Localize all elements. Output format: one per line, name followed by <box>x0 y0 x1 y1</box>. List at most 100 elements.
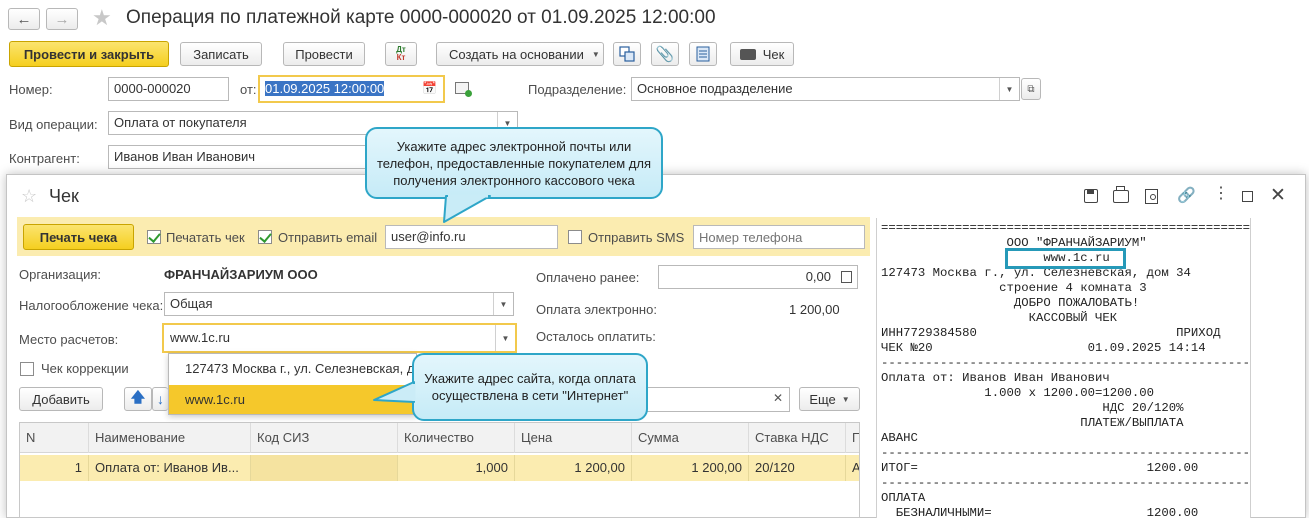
column-sum[interactable]: Сумма <box>632 423 749 453</box>
remaining-label: Осталось оплатить: <box>536 329 656 344</box>
column-price[interactable]: Цена <box>515 423 632 453</box>
receipt-line: строение 4 комната 3 <box>881 281 1147 295</box>
receipt-line: НДС 20/120% <box>881 401 1184 415</box>
column-n[interactable]: N <box>20 423 89 453</box>
receipt-line: ИНН7729384580 ПРИХОД <box>881 326 1221 340</box>
settlement-place-label: Место расчетов: <box>19 332 119 347</box>
more-button[interactable]: Еще ▼ <box>799 387 860 411</box>
send-sms-checkbox[interactable] <box>568 230 582 244</box>
report-button[interactable] <box>689 42 717 66</box>
print-check-checkbox[interactable] <box>147 230 161 244</box>
dropdown-arrow-icon: ▼ <box>841 394 850 404</box>
dropdown-arrow-icon[interactable]: ▼ <box>493 293 513 315</box>
table-row[interactable]: 1 Оплата от: Иванов Ив... 1,000 1 200,00… <box>20 455 859 481</box>
receipt-line: ----------------------------------------… <box>881 476 1251 490</box>
maximize-icon[interactable] <box>1242 191 1253 202</box>
column-name[interactable]: Наименование <box>89 423 251 453</box>
paid-before-field[interactable]: 0,00 <box>658 265 858 289</box>
email-hint-callout-pointer <box>443 194 491 223</box>
arrow-right-icon: → <box>54 10 70 28</box>
link-icon[interactable]: 🔗 <box>1177 186 1196 204</box>
dropdown-arrow-icon[interactable]: ▼ <box>495 325 515 351</box>
arrow-left-icon: ← <box>16 10 32 28</box>
structure-button[interactable] <box>613 42 641 66</box>
printer-icon[interactable] <box>1113 186 1129 203</box>
add-button[interactable]: Добавить <box>19 387 103 411</box>
cell-vat-rate: 20/120 <box>749 455 846 481</box>
dialog-title: Чек <box>49 186 79 206</box>
receipt-line: ПЛАТЕЖ/ВЫПЛАТА <box>881 416 1184 430</box>
email-input[interactable]: user@info.ru <box>385 225 558 249</box>
dialog-star-icon[interactable]: ☆ <box>21 186 37 207</box>
taxation-label: Налогообложение чека: <box>19 298 164 313</box>
phone-input[interactable] <box>693 225 865 249</box>
open-window-icon: ⧉ <box>1027 83 1035 95</box>
print-receipt-button[interactable]: Печать чека <box>23 224 134 250</box>
receipt-line: ДОБРО ПОЖАЛОВАТЬ! <box>881 296 1140 310</box>
number-field[interactable]: 0000-000020 <box>108 77 229 101</box>
cell-sum: 1 200,00 <box>632 455 749 481</box>
page-title: Операция по платежной карте 0000-000020 … <box>126 7 716 28</box>
correction-checkbox[interactable] <box>20 362 34 376</box>
document-structure-icon <box>619 46 635 62</box>
close-icon[interactable]: ✕ <box>1270 184 1286 207</box>
receipt-line: ----------------------------------------… <box>881 446 1251 460</box>
items-table: N Наименование Код СИЗ Количество Цена С… <box>19 422 860 518</box>
column-p[interactable]: П <box>846 423 859 453</box>
send-sms-label: Отправить SMS <box>588 230 685 245</box>
move-up-button[interactable]: 🡅 <box>124 387 152 411</box>
operation-label: Вид операции: <box>9 117 98 132</box>
dt-kt-button[interactable]: Дт Кт <box>385 42 417 66</box>
more-menu-icon[interactable]: ⋮ <box>1213 186 1229 202</box>
receipt-button[interactable]: Чек <box>730 42 794 66</box>
save-button[interactable]: Записать <box>180 42 262 66</box>
calculator-icon[interactable] <box>841 271 852 283</box>
date-field[interactable]: 01.09.2025 12:00:00 📅 <box>258 75 445 103</box>
column-siz-code[interactable]: Код СИЗ <box>251 423 398 453</box>
search-field[interactable]: ✕ <box>640 387 790 412</box>
counterparty-label: Контрагент: <box>9 151 80 166</box>
open-division-button[interactable]: ⧉ <box>1021 78 1041 100</box>
favorite-star-icon[interactable]: ★ <box>92 5 112 31</box>
receipt-line: ЧЕК №20 01.09.2025 14:14 <box>881 341 1206 355</box>
settlement-place-field[interactable]: www.1c.ru ▼ <box>162 323 517 353</box>
receipt-line: АВАНС <box>881 431 918 445</box>
preview-icon[interactable] <box>1145 189 1158 204</box>
send-email-checkbox[interactable] <box>258 230 272 244</box>
cell-n: 1 <box>20 455 89 481</box>
create-based-on-button[interactable]: Создать на основании ▼ <box>436 42 604 66</box>
taxation-field[interactable]: Общая ▼ <box>164 292 514 316</box>
clear-icon[interactable]: ✕ <box>773 391 783 405</box>
counterparty-field[interactable]: Иванов Иван Иванович <box>108 145 408 169</box>
email-hint-callout: Укажите адрес электронной почты или теле… <box>365 127 663 199</box>
division-field[interactable]: Основное подразделение ▼ <box>631 77 1020 101</box>
attachments-button[interactable]: 📎 <box>651 42 679 66</box>
back-button[interactable]: ← <box>8 8 40 30</box>
cell-p: А <box>846 455 859 481</box>
save-disk-icon[interactable] <box>1084 189 1098 203</box>
cell-quantity: 1,000 <box>398 455 515 481</box>
forward-button[interactable]: → <box>46 8 78 30</box>
date-label: от: <box>240 82 257 97</box>
send-email-label: Отправить email <box>278 230 378 245</box>
cell-siz-code <box>251 455 398 481</box>
receipt-line: ИТОГ= 1200.00 <box>881 461 1199 475</box>
list-document-icon <box>696 46 710 62</box>
receipt-line: БЕЗНАЛИЧНЫМИ= 1200.00 <box>881 506 1199 518</box>
number-label: Номер: <box>9 82 53 97</box>
correction-label: Чек коррекции <box>41 361 129 376</box>
column-vat-rate[interactable]: Ставка НДС <box>749 423 846 453</box>
post-and-close-button[interactable]: Провести и закрыть <box>9 41 169 67</box>
calendar-icon[interactable]: 📅 <box>422 81 437 95</box>
post-button[interactable]: Провести <box>283 42 365 66</box>
receipt-line: ----------------------------------------… <box>881 356 1251 370</box>
column-quantity[interactable]: Количество <box>398 423 515 453</box>
receipt-line: ОПЛАТА <box>881 491 926 505</box>
note-icon[interactable] <box>455 82 472 97</box>
move-down-button[interactable]: ↓ <box>152 387 168 411</box>
table-header: N Наименование Код СИЗ Количество Цена С… <box>20 423 859 453</box>
dropdown-arrow-icon: ▼ <box>591 49 600 59</box>
paid-electronic-value: 1 200,00 <box>789 302 840 317</box>
dropdown-arrow-icon[interactable]: ▼ <box>999 78 1019 100</box>
receipt-line: Оплата от: Иванов Иван Иванович <box>881 371 1110 385</box>
